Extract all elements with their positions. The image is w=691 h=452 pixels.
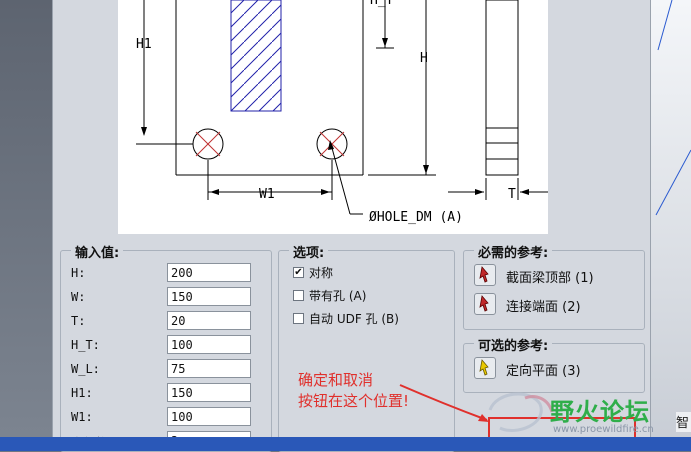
option-with-hole[interactable]: 带有孔 (A) [293,287,366,304]
input-label: W_L: [71,362,100,376]
option-auto-udf-hole[interactable]: 自动 UDF 孔 (B) [293,310,399,327]
beam-top-reference-label: 截面梁顶部 (1) [506,271,594,286]
annotation-line-2: 按钮在这个位置! [298,392,410,410]
yellow-pointer-icon [479,359,489,376]
red-pointer-icon [479,295,489,312]
input-value-field[interactable]: 100 [167,407,251,426]
annotation-line-1: 确定和取消 [298,371,374,389]
optional-references-title: 可选的参考: [474,335,553,354]
auto-udf-hole-checkbox[interactable] [293,313,304,324]
h1-label: H1 [136,37,152,52]
annotation-text: 确定和取消 按钮在这个位置! [298,370,409,412]
options-title: 选项: [289,242,329,261]
input-label: H_T: [71,338,100,352]
reference-drawing: H1 H H_T W1 T ØHOLE_DM (A) [118,0,548,234]
forum-watermark-name: 野火论坛 [550,398,650,426]
desktop-background [0,0,52,437]
taskbar [0,437,691,451]
graphics-window-edge [650,0,691,437]
h-label: H [420,51,428,66]
input-values-title: 输入值: [71,242,124,261]
hole-right [316,128,348,160]
orientation-plane-reference-button[interactable] [474,357,496,379]
input-value-field[interactable]: 75 [167,359,251,378]
option-label: 自动 UDF 孔 (B) [309,312,399,326]
option-label: 带有孔 (A) [309,289,367,303]
option-label: 对称 [309,266,334,280]
symmetric-checkbox[interactable]: ✔ [293,267,304,278]
input-value-field[interactable]: 20 [167,311,251,330]
input-label: W1: [71,410,93,424]
forum-watermark-url: www.proewildfire.cn [553,424,654,435]
end-face-reference-label: 连接端面 (2) [506,300,581,315]
end-face-reference-button[interactable] [474,293,496,315]
t-label: T [508,187,516,202]
input-value-field[interactable]: 200 [167,263,251,282]
hole-dm-label: ØHOLE_DM (A) [369,210,463,225]
required-references-group: 必需的参考: 截面梁顶部 (1) 连接端面 (2) [463,242,645,330]
hatched-web [230,0,282,112]
input-values-group: 输入值: H: 200 W: 150 T: 20 H_T: 100 W_L: 75 H1: 150 W1… [60,242,272,452]
side-view [485,0,519,176]
input-value-field[interactable]: 150 [167,383,251,402]
input-label: T: [71,314,86,328]
input-label: H: [71,266,86,280]
drawing-svg: H1 H H_T W1 T ØHOLE_DM (A) [136,0,548,225]
optional-references-group: 可选的参考: 定向平面 (3) [463,335,645,393]
partial-window-title: 智 [676,412,691,432]
w1-label: W1 [259,187,275,202]
with-hole-checkbox[interactable] [293,290,304,301]
hole-leader-line [331,147,351,215]
beam-top-reference-button[interactable] [474,264,496,286]
ht-label: H_T [370,0,394,8]
red-pointer-icon [479,266,489,283]
options-group: 选项: ✔ 对称 带有孔 (A) 自动 UDF 孔 (B) [278,242,455,452]
input-value-field[interactable]: 150 [167,287,251,306]
hole-left [192,128,224,160]
input-label: H1: [71,386,93,400]
required-references-title: 必需的参考: [474,242,553,261]
input-label: W: [71,290,86,304]
orientation-plane-reference-label: 定向平面 (3) [506,364,581,379]
option-symmetric[interactable]: ✔ 对称 [293,264,333,281]
input-value-field[interactable]: 100 [167,335,251,354]
